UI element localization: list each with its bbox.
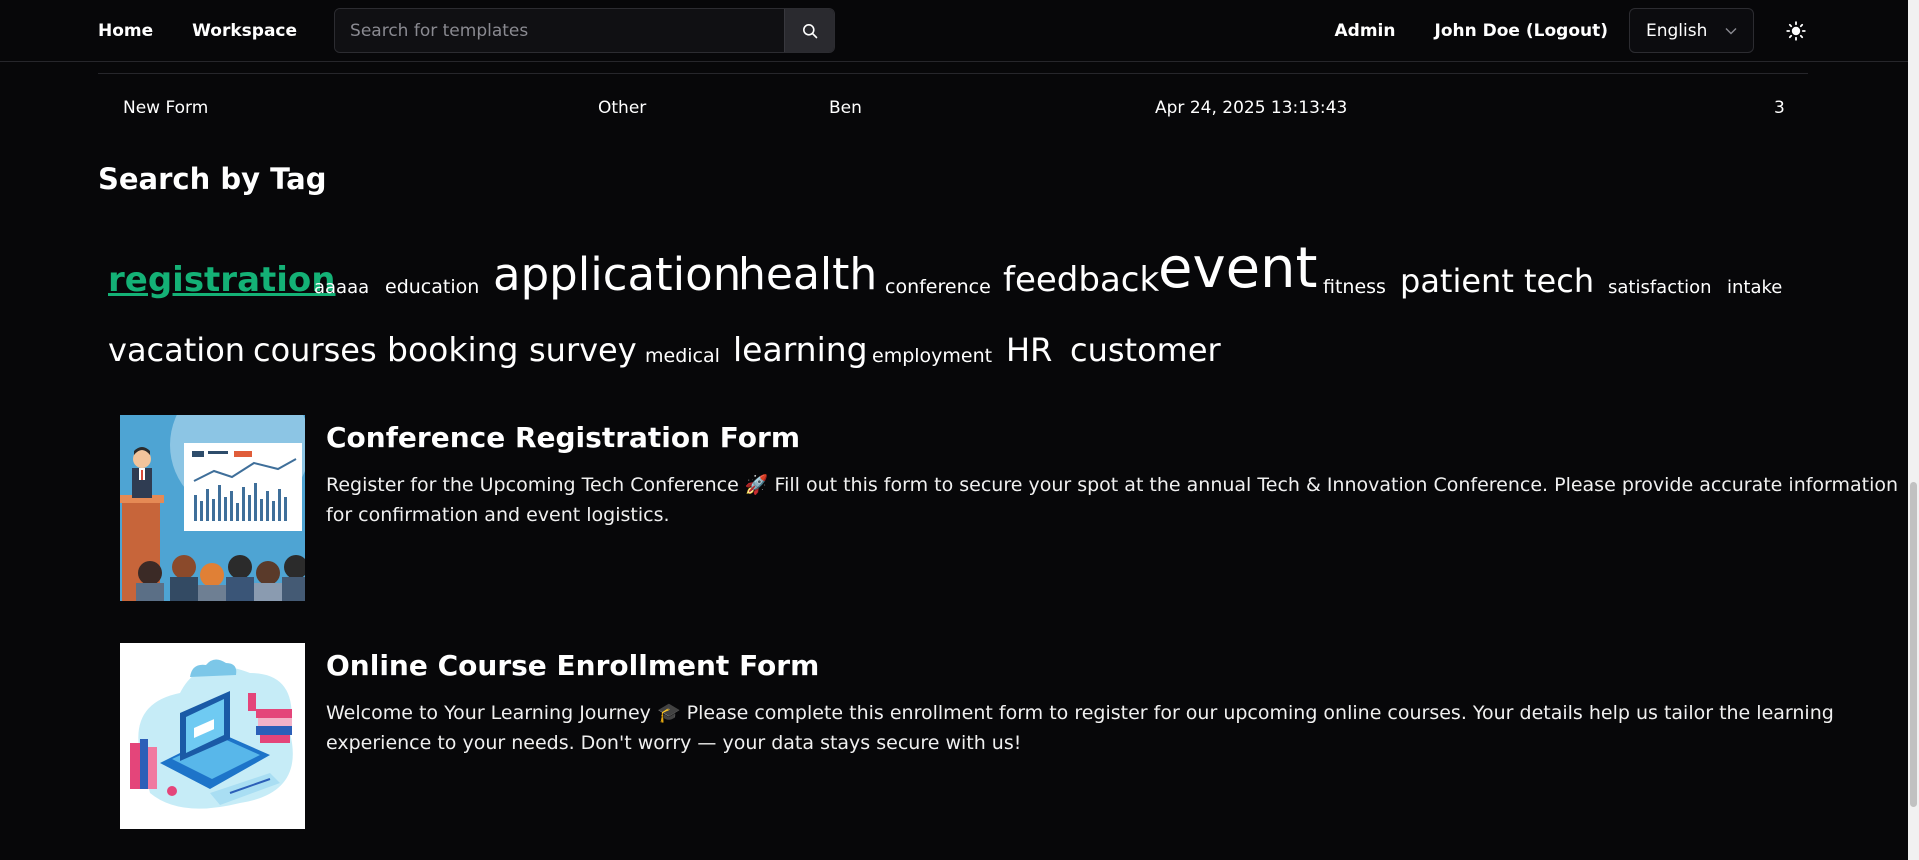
language-select[interactable]: English xyxy=(1629,8,1754,53)
tag-satisfaction[interactable]: satisfaction xyxy=(1608,279,1712,297)
card-title: Online Course Enrollment Form xyxy=(326,649,820,682)
tag-fitness[interactable]: fitness xyxy=(1323,278,1386,297)
tag-tech[interactable]: tech xyxy=(1524,265,1594,297)
scrollbar-thumb[interactable] xyxy=(1910,482,1917,807)
row-author: Ben xyxy=(829,98,862,118)
table-row[interactable]: New Form Other Ben Apr 24, 2025 13:13:43… xyxy=(98,73,1808,143)
search-icon xyxy=(802,23,817,38)
tag-line-2: vacation courses booking survey medical … xyxy=(108,297,1808,366)
row-title: New Form xyxy=(123,98,209,118)
nav-admin-link[interactable]: Admin xyxy=(1335,21,1396,41)
card-title: Conference Registration Form xyxy=(326,421,801,454)
tag-registration[interactable]: registration xyxy=(108,263,336,297)
tag-cloud: registration aaaaa education application… xyxy=(108,228,1808,367)
online-learning-laptop-illustration xyxy=(120,643,305,829)
card-description: Register for the Upcoming Tech Conferenc… xyxy=(326,474,1899,526)
page-scrollbar[interactable] xyxy=(1908,0,1919,860)
template-card-conference-registration[interactable]: Conference Registration Form Register fo… xyxy=(120,415,1898,601)
tag-hr[interactable]: HR xyxy=(1006,334,1052,366)
tag-medical[interactable]: medical xyxy=(645,347,720,366)
tag-courses[interactable]: courses xyxy=(253,334,377,366)
row-date: Apr 24, 2025 13:13:43 xyxy=(1155,98,1348,118)
search-button[interactable] xyxy=(784,9,835,52)
tag-survey[interactable]: survey xyxy=(529,334,637,366)
card-description: Welcome to Your Learning Journey 🎓 Pleas… xyxy=(326,702,1834,754)
tag-feedback[interactable]: feedback xyxy=(1003,263,1159,297)
tag-event[interactable]: event xyxy=(1158,241,1318,297)
row-topic: Other xyxy=(598,98,647,118)
chevron-down-icon xyxy=(1725,27,1737,34)
tag-application[interactable]: application xyxy=(493,252,741,297)
template-card-online-course-enrollment[interactable]: Online Course Enrollment Form Welcome to… xyxy=(120,643,1834,829)
tag-learning[interactable]: learning xyxy=(733,333,868,366)
tag-conference[interactable]: conference xyxy=(885,278,991,297)
tag-education[interactable]: education xyxy=(385,278,479,297)
conference-presentation-illustration xyxy=(120,415,305,601)
tag-customer[interactable]: customer xyxy=(1070,334,1221,366)
tag-vacation[interactable]: vacation xyxy=(108,334,245,366)
nav-workspace-link[interactable]: Workspace xyxy=(192,21,297,41)
nav-home-link[interactable]: Home xyxy=(98,21,153,41)
tag-line-1: registration aaaaa education application… xyxy=(108,228,1808,298)
tag-patient[interactable]: patient xyxy=(1400,265,1514,297)
tag-health[interactable]: health xyxy=(738,253,877,297)
top-navbar: Home Workspace Admin John Doe (Logout) E… xyxy=(0,0,1908,62)
theme-toggle-button[interactable] xyxy=(1782,17,1810,45)
row-count: 3 xyxy=(1774,98,1785,118)
nav-right-group: Admin John Doe (Logout) English xyxy=(1335,8,1810,53)
tag-booking[interactable]: booking xyxy=(387,333,518,366)
tag-aaaaa[interactable]: aaaaa xyxy=(314,279,369,297)
template-search xyxy=(334,8,836,53)
nav-user-logout-link[interactable]: John Doe (Logout) xyxy=(1435,21,1609,41)
search-input[interactable] xyxy=(335,9,785,52)
sun-icon xyxy=(1786,20,1806,41)
language-select-value: English xyxy=(1646,20,1708,41)
search-by-tag-heading: Search by Tag xyxy=(98,162,327,196)
tag-intake[interactable]: intake xyxy=(1727,279,1782,297)
tag-employment[interactable]: employment xyxy=(872,347,992,366)
